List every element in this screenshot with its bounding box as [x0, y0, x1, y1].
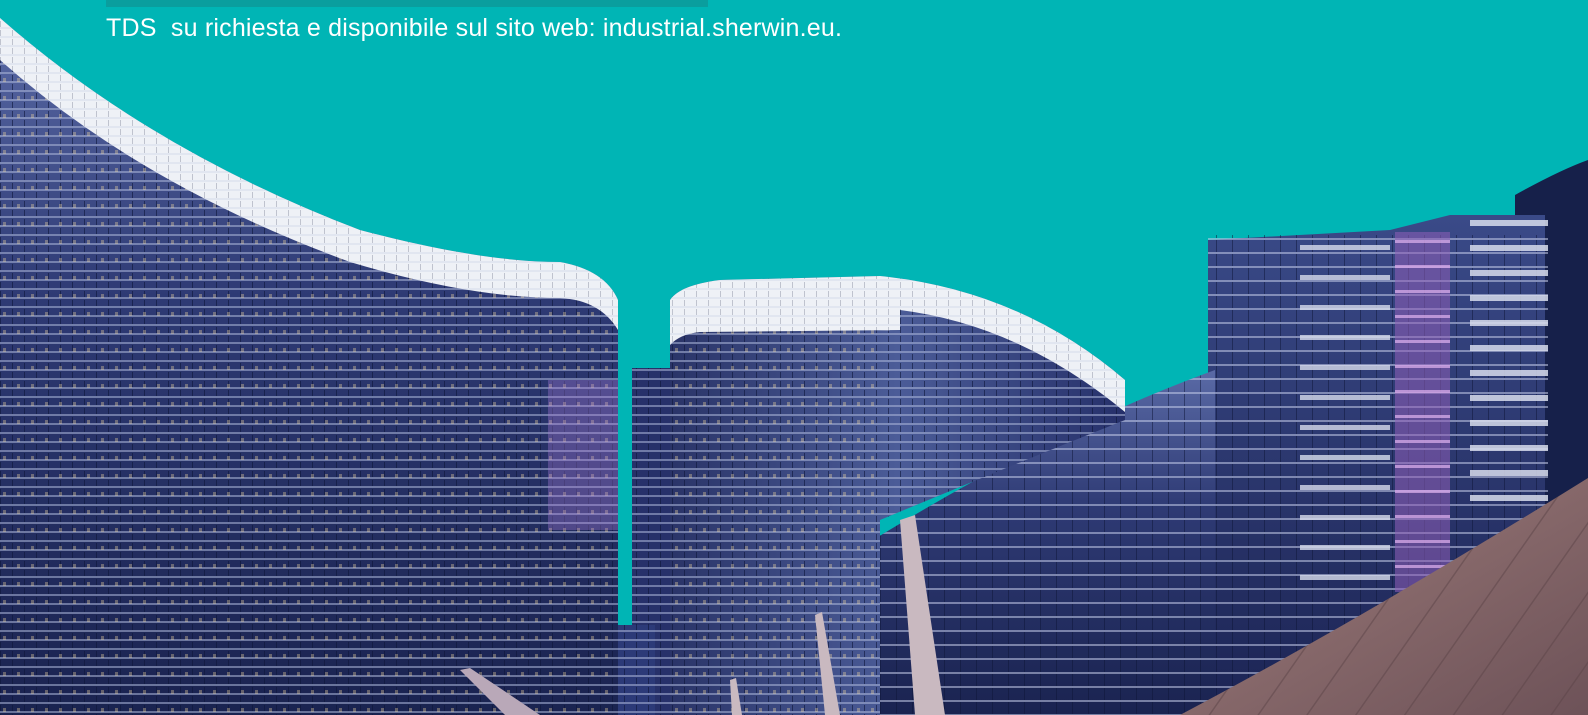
building-photo	[0, 18, 1588, 715]
top-divider-bar	[106, 0, 708, 7]
tds-caption: TDS su richiesta e disponibile sul sito …	[106, 14, 843, 42]
page: TDS su richiesta e disponibile sul sito …	[0, 0, 1588, 715]
